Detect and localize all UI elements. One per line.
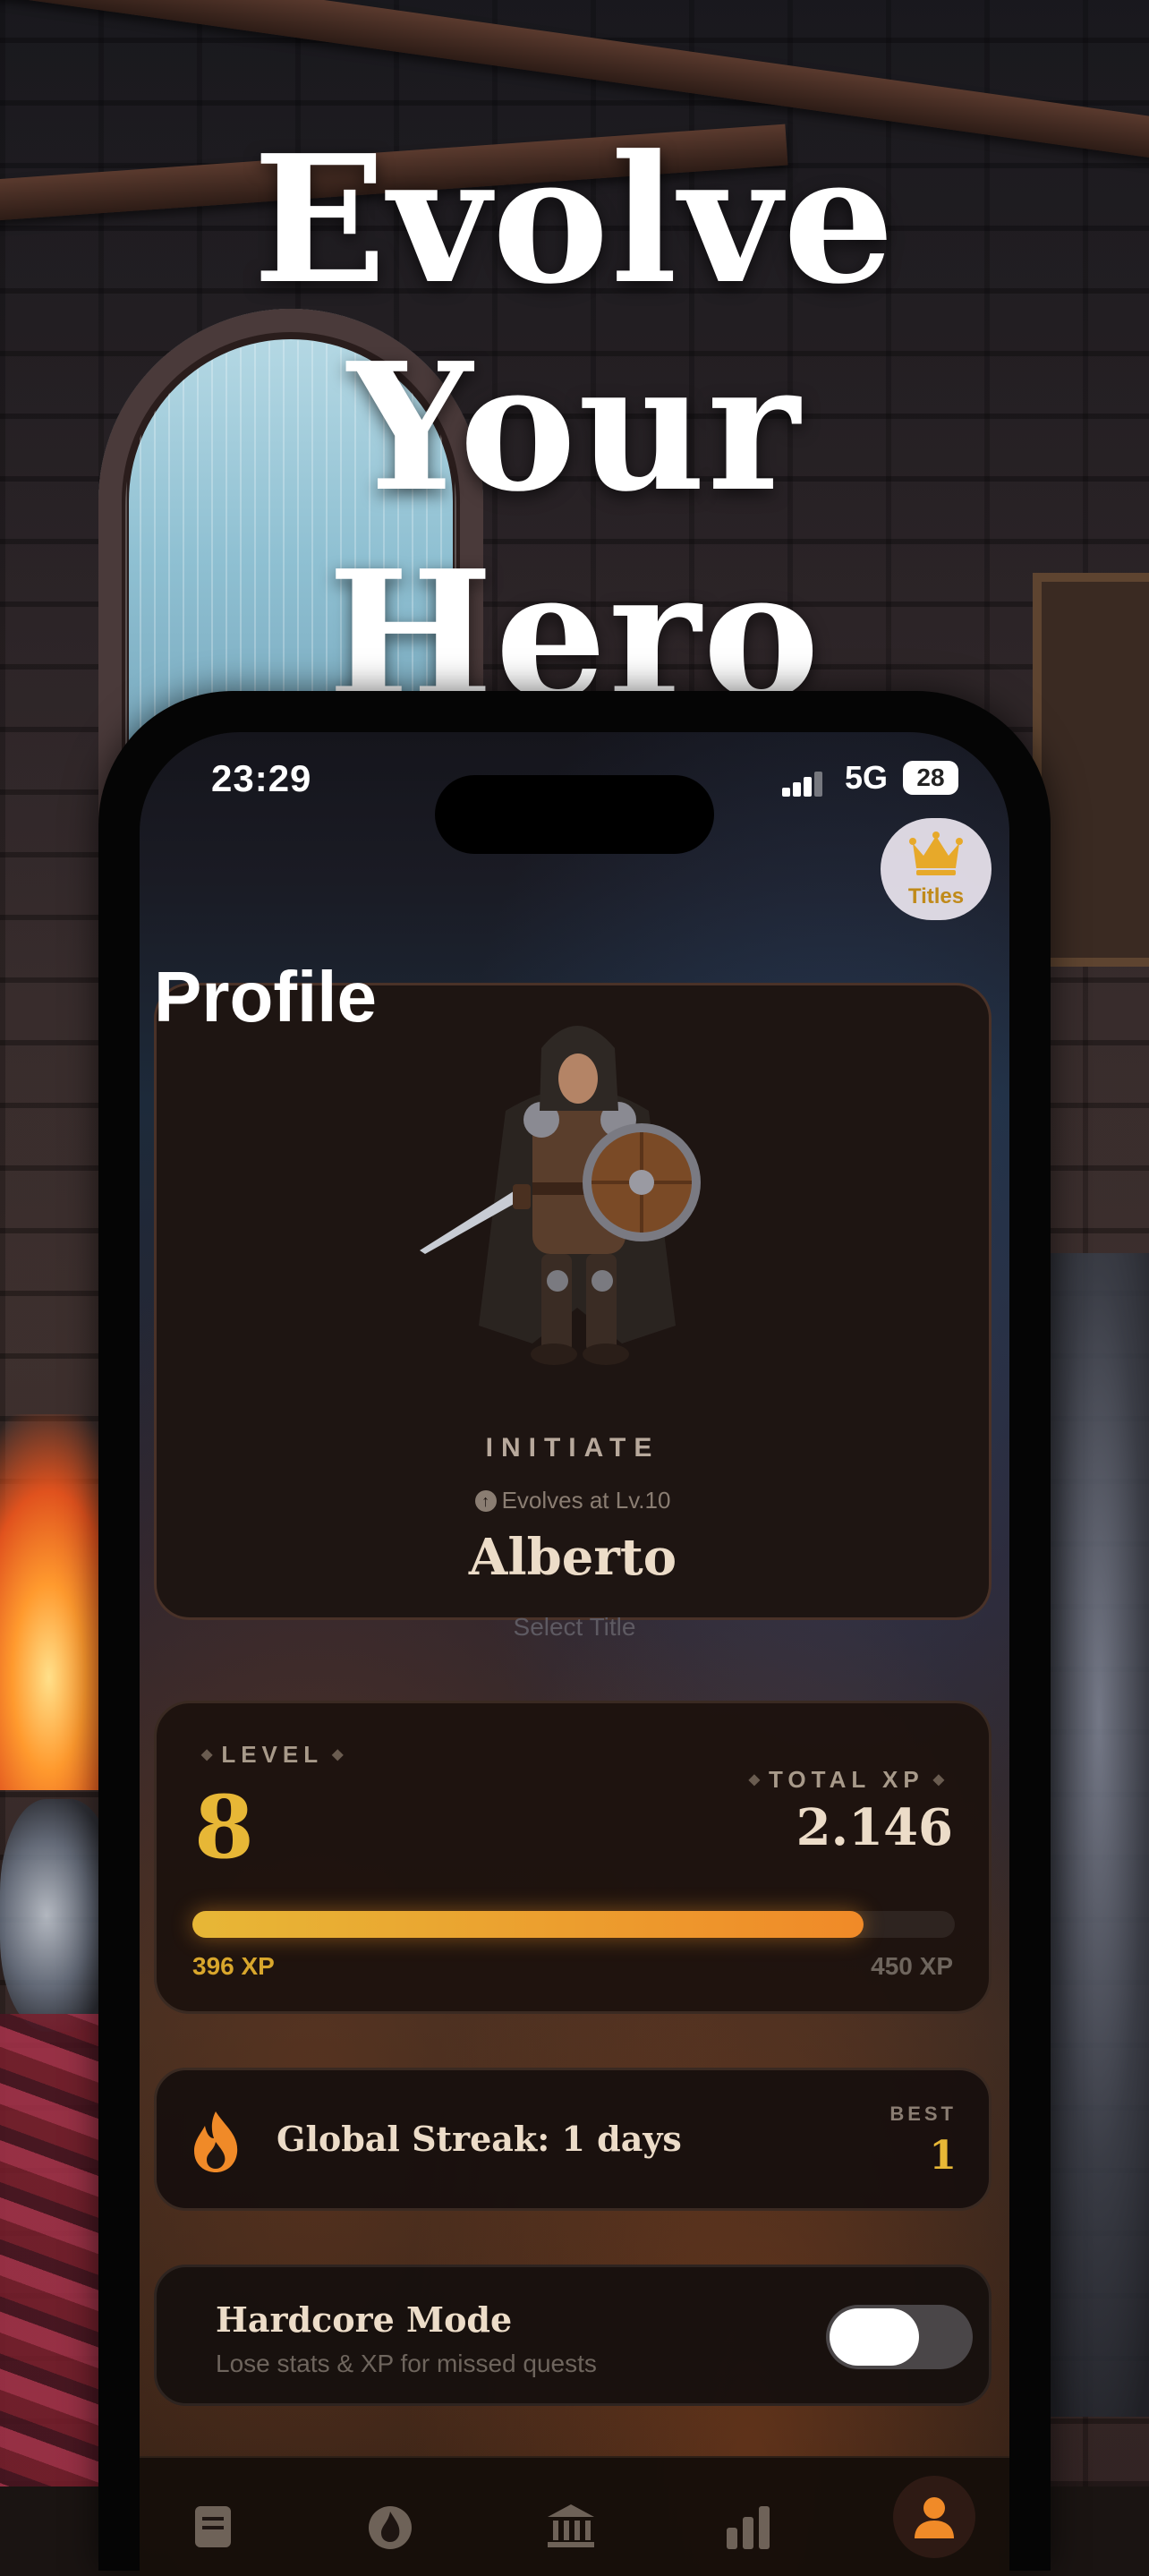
page-title: Profile [154, 957, 377, 1036]
evolve-hint-text: Evolves at Lv.10 [501, 1487, 671, 1514]
stats-icon [727, 2506, 770, 2549]
diamond-icon: ◆ [201, 1747, 213, 1762]
tab-profile[interactable] [893, 2476, 975, 2558]
tab-quests[interactable] [186, 2497, 240, 2551]
flame-icon [194, 2111, 238, 2172]
network-type: 5G [845, 759, 889, 796]
toggle-knob [830, 2308, 919, 2366]
battery-icon: 28 [903, 761, 958, 795]
level-label-row: ◆ LEVEL ◆ [192, 1741, 352, 1769]
profile-icon [915, 2497, 954, 2538]
best-value: 1 [929, 2133, 957, 2179]
streak-card[interactable]: Global Streak: 1 days BEST 1 [154, 2068, 992, 2211]
promo-headline: Evolve Your Hero [0, 116, 1149, 739]
xp-current: 396 XP [192, 1952, 275, 1980]
battery-level: 28 [916, 763, 945, 791]
tab-bar [140, 2456, 1009, 2576]
xp-progress-fill [192, 1911, 864, 1938]
hardcore-subtitle: Lose stats & XP for missed quests [216, 2350, 597, 2377]
arrow-up-icon: ↑ [474, 1490, 497, 1512]
total-xp-label-row: ◆ TOTAL XP ◆ [740, 1766, 953, 1794]
level-card: ◆ LEVEL ◆ ◆ TOTAL XP ◆ 8 2.146 396 XP 450 XP [154, 1701, 992, 2014]
hero-name: Alberto [468, 1528, 677, 1587]
titles-button[interactable]: Titles [881, 818, 992, 920]
app-screen: 23:29 5G 28 Titles INITIATE ↑ Evolves at… [140, 732, 1009, 2576]
diamond-icon: ◆ [932, 1772, 944, 1787]
tab-guild[interactable] [544, 2497, 598, 2551]
diamond-icon: ◆ [748, 1772, 760, 1787]
streak-label: Global Streak: 1 days [277, 2119, 682, 2159]
level-label: LEVEL [221, 1741, 324, 1768]
signal-icon [782, 772, 825, 797]
titles-button-label: Titles [907, 884, 965, 908]
total-xp-value: 2.146 [796, 1798, 953, 1857]
evolve-hint: ↑ Evolves at Lv.10 [157, 1487, 989, 1514]
hardcore-toggle[interactable] [826, 2305, 973, 2369]
dynamic-island [435, 775, 714, 854]
tab-stats[interactable] [721, 2497, 775, 2551]
quests-icon [195, 2506, 231, 2547]
total-xp-label: TOTAL XP [769, 1766, 924, 1793]
hardcore-title: Hardcore Mode [216, 2299, 513, 2340]
diamond-icon: ◆ [332, 1747, 344, 1762]
best-label: BEST [889, 2103, 957, 2125]
select-title-button[interactable]: Select Title [140, 1613, 1009, 1642]
status-time: 23:29 [211, 757, 312, 799]
xp-next-level: 450 XP [871, 1952, 953, 1980]
hero-avatar [420, 1026, 701, 1365]
crown-icon [909, 832, 963, 875]
level-value: 8 [194, 1777, 254, 1878]
hardcore-card: Hardcore Mode Lose stats & XP for missed… [154, 2265, 992, 2406]
hero-rank: INITIATE [485, 1433, 660, 1463]
phone-frame: 23:29 5G 28 Titles INITIATE ↑ Evolves at… [98, 691, 1051, 2576]
xp-progress-bar [192, 1911, 955, 1938]
headline-line-1: Evolve Your [252, 117, 897, 531]
tab-streak[interactable] [363, 2497, 417, 2551]
guild-icon [548, 2504, 594, 2547]
hero-card: INITIATE ↑ Evolves at Lv.10 Alberto [154, 983, 992, 1620]
streak-icon [369, 2506, 412, 2549]
